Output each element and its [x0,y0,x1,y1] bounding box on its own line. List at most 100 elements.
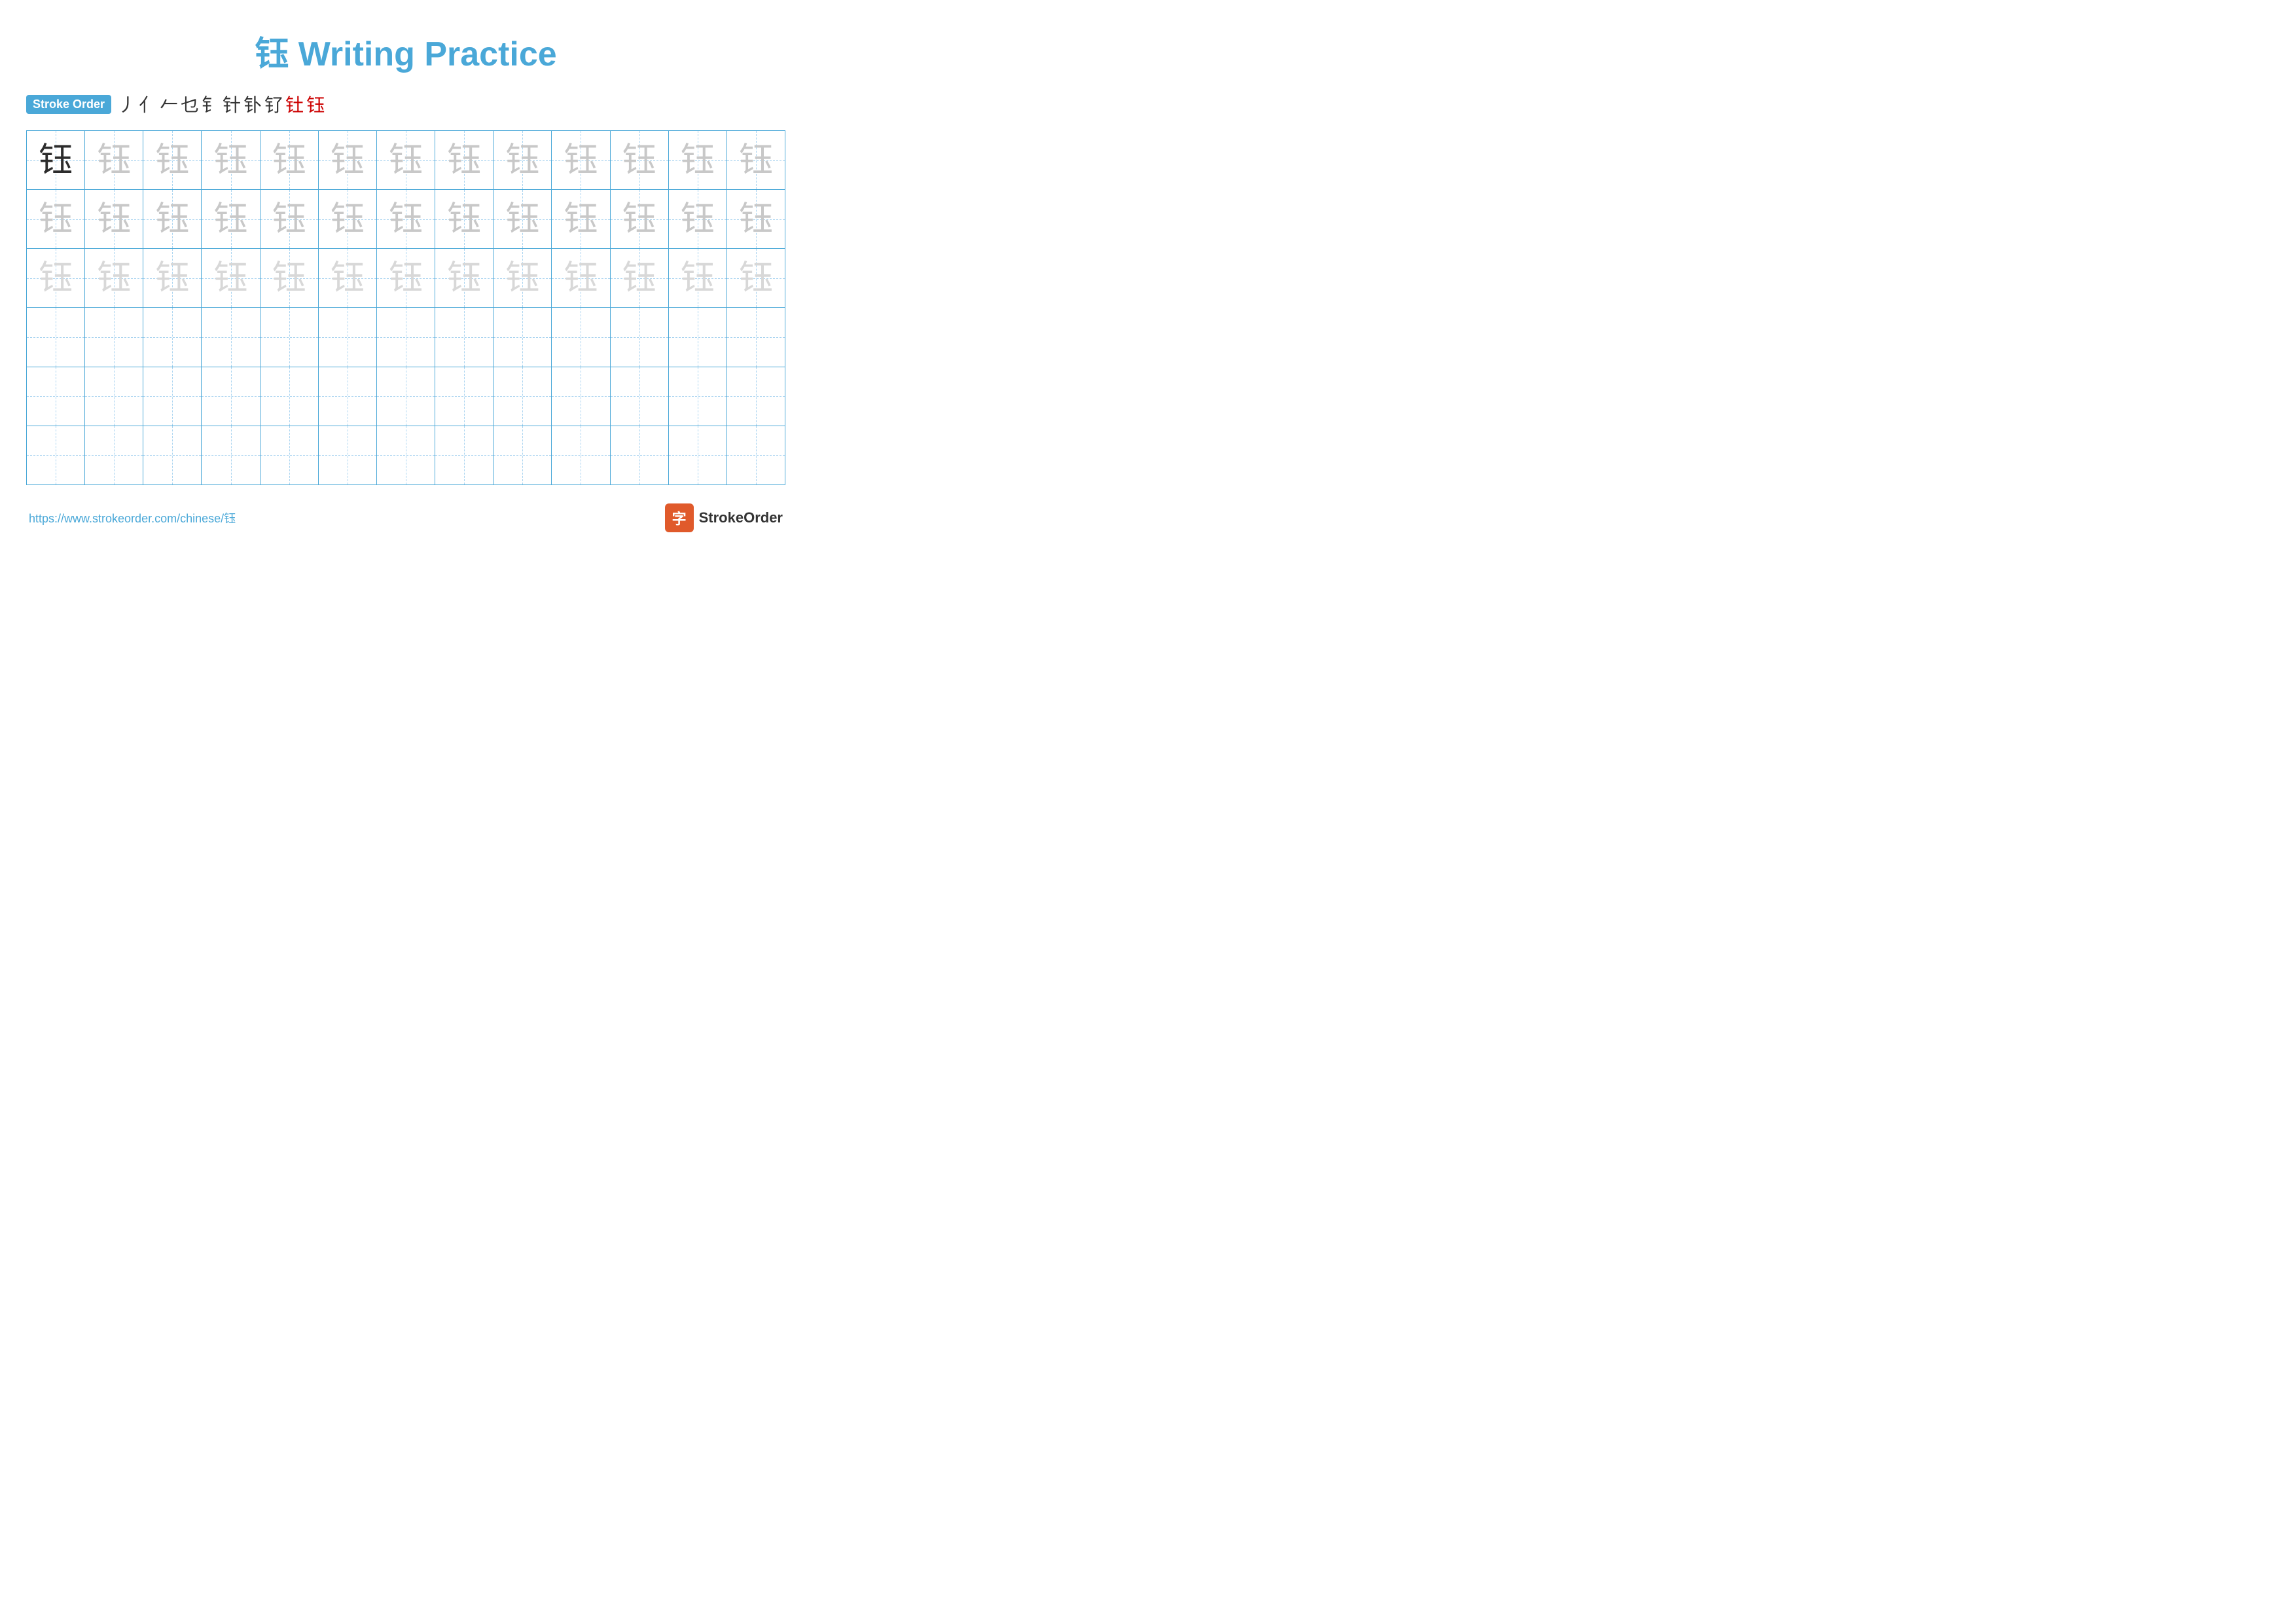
grid-cell: 钰 [669,249,727,307]
grid-cell [85,308,143,366]
cell-character: 钰 [214,202,248,236]
grid-cell: 钰 [319,190,377,248]
brand-name: StrokeOrder [699,509,783,526]
grid-cell [669,308,727,366]
practice-grid: 钰钰钰钰钰钰钰钰钰钰钰钰钰钰钰钰钰钰钰钰钰钰钰钰钰钰钰钰钰钰钰钰钰钰钰钰钰钰钰 [26,130,785,485]
grid-cell [202,426,260,484]
footer: https://www.strokeorder.com/chinese/钰 字 … [26,503,785,532]
grid-cell [27,308,85,366]
cell-character: 钰 [447,261,481,295]
cell-character: 钰 [622,143,656,177]
stroke-order-badge: Stroke Order [26,95,111,114]
cell-character: 钰 [681,143,715,177]
cell-character: 钰 [622,261,656,295]
grid-cell: 钰 [552,131,610,189]
cell-character: 钰 [681,261,715,295]
grid-cell [260,308,319,366]
stroke-10: 钰 [306,91,325,117]
grid-cell [493,426,552,484]
grid-cell: 钰 [377,190,435,248]
grid-cell [202,308,260,366]
cell-character: 钰 [622,202,656,236]
grid-cell: 钰 [260,131,319,189]
grid-cell: 钰 [27,249,85,307]
grid-cell: 钰 [202,249,260,307]
grid-cell [669,367,727,426]
grid-cell [552,426,610,484]
grid-row [27,308,785,367]
grid-cell [260,426,319,484]
grid-row [27,367,785,426]
stroke-1: 丿 [118,91,136,117]
grid-cell: 钰 [493,131,552,189]
grid-row [27,426,785,484]
cell-character: 钰 [447,143,481,177]
grid-cell: 钰 [319,131,377,189]
cell-character: 钰 [739,261,773,295]
cell-character: 钰 [97,143,131,177]
cell-character: 钰 [39,143,73,177]
cell-character: 钰 [389,143,423,177]
grid-cell: 钰 [552,190,610,248]
cell-character: 钰 [564,261,598,295]
cell-character: 钰 [681,202,715,236]
stroke-2: 亻 [139,91,157,117]
cell-character: 钰 [505,261,539,295]
grid-cell: 钰 [27,190,85,248]
stroke-8: 钌 [264,91,283,117]
grid-row: 钰钰钰钰钰钰钰钰钰钰钰钰钰 [27,249,785,308]
grid-cell [493,308,552,366]
grid-cell: 钰 [552,249,610,307]
grid-row: 钰钰钰钰钰钰钰钰钰钰钰钰钰 [27,190,785,249]
cell-character: 钰 [505,202,539,236]
grid-cell [85,426,143,484]
grid-cell [727,367,785,426]
stroke-9: 钍 [285,91,304,117]
grid-cell [493,367,552,426]
cell-character: 钰 [389,202,423,236]
stroke-6: 针 [223,91,241,117]
cell-character: 钰 [389,261,423,295]
grid-row: 钰钰钰钰钰钰钰钰钰钰钰钰钰 [27,131,785,190]
grid-cell: 钰 [493,249,552,307]
cell-character: 钰 [272,261,306,295]
grid-cell: 钰 [669,131,727,189]
cell-character: 钰 [272,143,306,177]
grid-cell [319,308,377,366]
grid-cell [377,367,435,426]
grid-cell: 钰 [202,131,260,189]
grid-cell: 钰 [85,131,143,189]
grid-cell: 钰 [143,190,202,248]
stroke-5: 钅 [202,91,220,117]
page-title: 钰 Writing Practice [26,26,785,75]
grid-cell: 钰 [727,249,785,307]
cell-character: 钰 [739,202,773,236]
cell-character: 钰 [155,143,189,177]
cell-character: 钰 [564,202,598,236]
grid-cell: 钰 [611,190,669,248]
grid-cell [552,367,610,426]
cell-character: 钰 [564,143,598,177]
grid-cell [27,426,85,484]
cell-character: 钰 [39,261,73,295]
grid-cell: 钰 [377,249,435,307]
grid-cell [552,308,610,366]
grid-cell [202,367,260,426]
grid-cell [27,367,85,426]
cell-character: 钰 [331,261,365,295]
grid-cell: 钰 [202,190,260,248]
grid-cell: 钰 [27,131,85,189]
grid-cell [85,367,143,426]
grid-cell: 钰 [435,131,493,189]
stroke-order-row: Stroke Order 丿 亻 𠂉 乜 钅 针 钋 钌 钍 钰 [26,91,785,117]
grid-cell [319,367,377,426]
cell-character: 钰 [97,202,131,236]
grid-cell [143,308,202,366]
footer-url: https://www.strokeorder.com/chinese/钰 [29,509,236,526]
grid-cell [319,426,377,484]
grid-cell: 钰 [435,190,493,248]
grid-cell [143,367,202,426]
grid-cell: 钰 [260,249,319,307]
cell-character: 钰 [155,261,189,295]
grid-cell [611,367,669,426]
